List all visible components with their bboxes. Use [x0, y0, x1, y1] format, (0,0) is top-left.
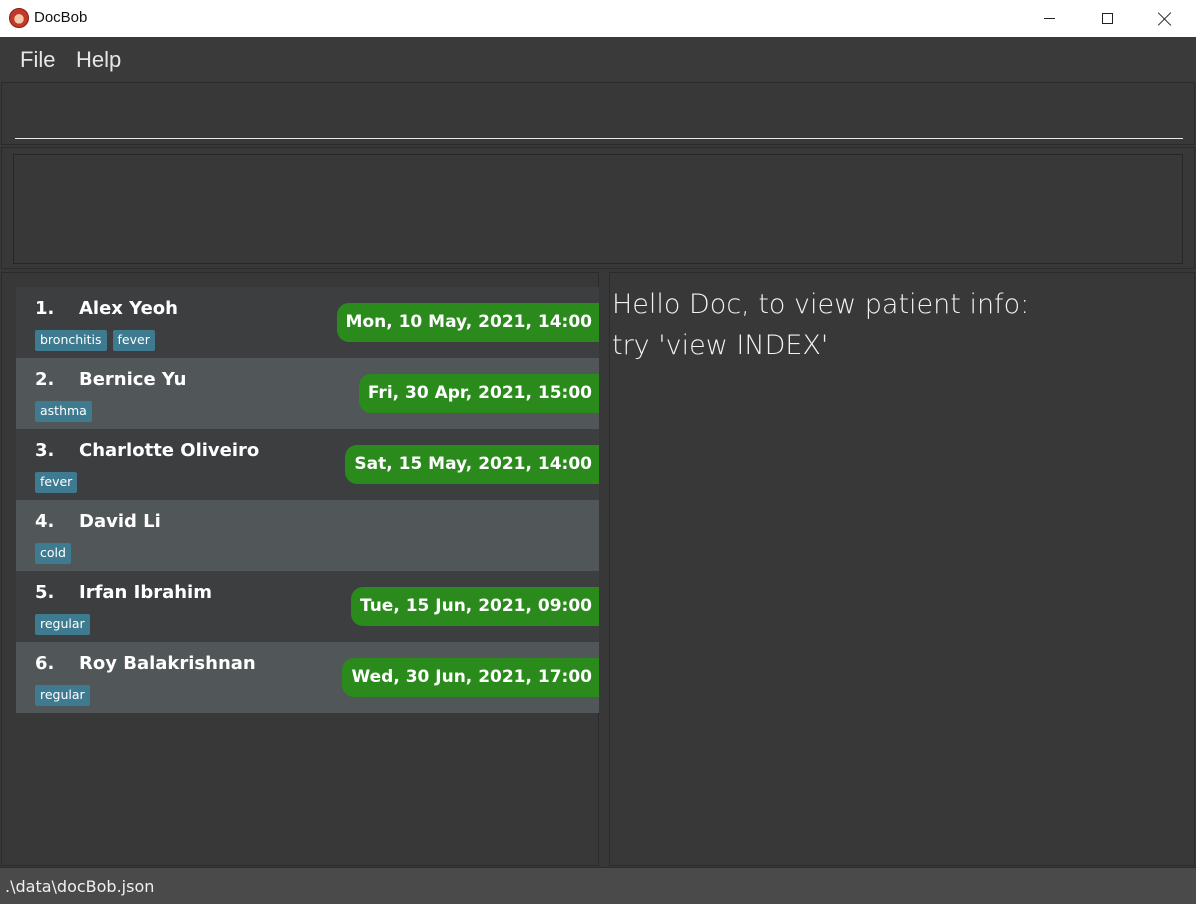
- minimize-button[interactable]: [1020, 0, 1078, 37]
- patient-index: 6.: [35, 653, 55, 674]
- result-display: [13, 154, 1183, 264]
- menu-bar: File Help: [0, 37, 1196, 81]
- info-line-2: try 'view INDEX': [612, 330, 829, 361]
- app-logo-icon: [9, 8, 29, 28]
- patient-index: 5.: [35, 582, 55, 603]
- patient-card[interactable]: 3. Charlotte Oliveiro fever Sat, 15 May,…: [16, 429, 599, 500]
- patient-tags: bronchitis fever: [35, 330, 155, 351]
- title-bar: DocBob: [0, 0, 1196, 37]
- command-box: [1, 82, 1195, 145]
- patient-card[interactable]: 2. Bernice Yu asthma Fri, 30 Apr, 2021, …: [16, 358, 599, 429]
- result-display-panel: [1, 147, 1195, 269]
- window-title: DocBob: [34, 9, 88, 26]
- patient-tags: asthma: [35, 401, 92, 422]
- patient-tags: regular: [35, 614, 90, 635]
- menu-help[interactable]: Help: [76, 47, 121, 73]
- patient-list[interactable]: 1. Alex Yeoh bronchitis fever Mon, 10 Ma…: [16, 287, 599, 713]
- patient-name: Alex Yeoh: [79, 298, 178, 319]
- maximize-icon: [1101, 13, 1113, 24]
- command-input[interactable]: [15, 83, 1183, 139]
- tag: fever: [35, 472, 78, 493]
- patient-card[interactable]: 6. Roy Balakrishnan regular Wed, 30 Jun,…: [16, 642, 599, 713]
- patient-card[interactable]: 1. Alex Yeoh bronchitis fever Mon, 10 Ma…: [16, 287, 599, 358]
- appointment-badge: Sat, 15 May, 2021, 14:00: [345, 445, 599, 484]
- tag: asthma: [35, 401, 92, 422]
- tag: bronchitis: [35, 330, 107, 351]
- status-bar: .\data\docBob.json: [0, 867, 1196, 904]
- menu-file[interactable]: File: [20, 47, 55, 73]
- appointment-badge: Mon, 10 May, 2021, 14:00: [336, 303, 599, 342]
- patient-card[interactable]: 4. David Li cold: [16, 500, 599, 571]
- info-line-1: Hello Doc, to view patient info:: [612, 289, 1030, 320]
- patient-tags: fever: [35, 472, 78, 493]
- tag: regular: [35, 614, 90, 635]
- minimize-icon: [1043, 18, 1055, 19]
- appointment-badge: Fri, 30 Apr, 2021, 15:00: [358, 374, 599, 413]
- patient-tags: regular: [35, 685, 90, 706]
- patient-name: Irfan Ibrahim: [79, 582, 212, 603]
- tag: regular: [35, 685, 90, 706]
- close-button[interactable]: [1136, 0, 1194, 37]
- patient-card[interactable]: 5. Irfan Ibrahim regular Tue, 15 Jun, 20…: [16, 571, 599, 642]
- patient-name: David Li: [79, 511, 161, 532]
- patient-index: 3.: [35, 440, 55, 461]
- appointment-badge: Tue, 15 Jun, 2021, 09:00: [350, 587, 599, 626]
- patient-tags: cold: [35, 543, 71, 564]
- close-icon: [1158, 12, 1172, 26]
- tag: cold: [35, 543, 71, 564]
- patient-index: 1.: [35, 298, 55, 319]
- patient-name: Charlotte Oliveiro: [79, 440, 260, 461]
- maximize-button[interactable]: [1078, 0, 1136, 37]
- appointment-badge: Wed, 30 Jun, 2021, 17:00: [342, 658, 599, 697]
- patient-index: 2.: [35, 369, 55, 390]
- patient-index: 4.: [35, 511, 55, 532]
- tag: fever: [112, 330, 155, 351]
- patient-list-panel: 1. Alex Yeoh bronchitis fever Mon, 10 Ma…: [1, 272, 599, 866]
- patient-info-panel: Hello Doc, to view patient info: try 'vi…: [609, 272, 1195, 866]
- info-message: Hello Doc, to view patient info: try 'vi…: [612, 284, 1182, 366]
- patient-name: Bernice Yu: [79, 369, 187, 390]
- data-file-path: .\data\docBob.json: [5, 877, 155, 896]
- patient-name: Roy Balakrishnan: [79, 653, 256, 674]
